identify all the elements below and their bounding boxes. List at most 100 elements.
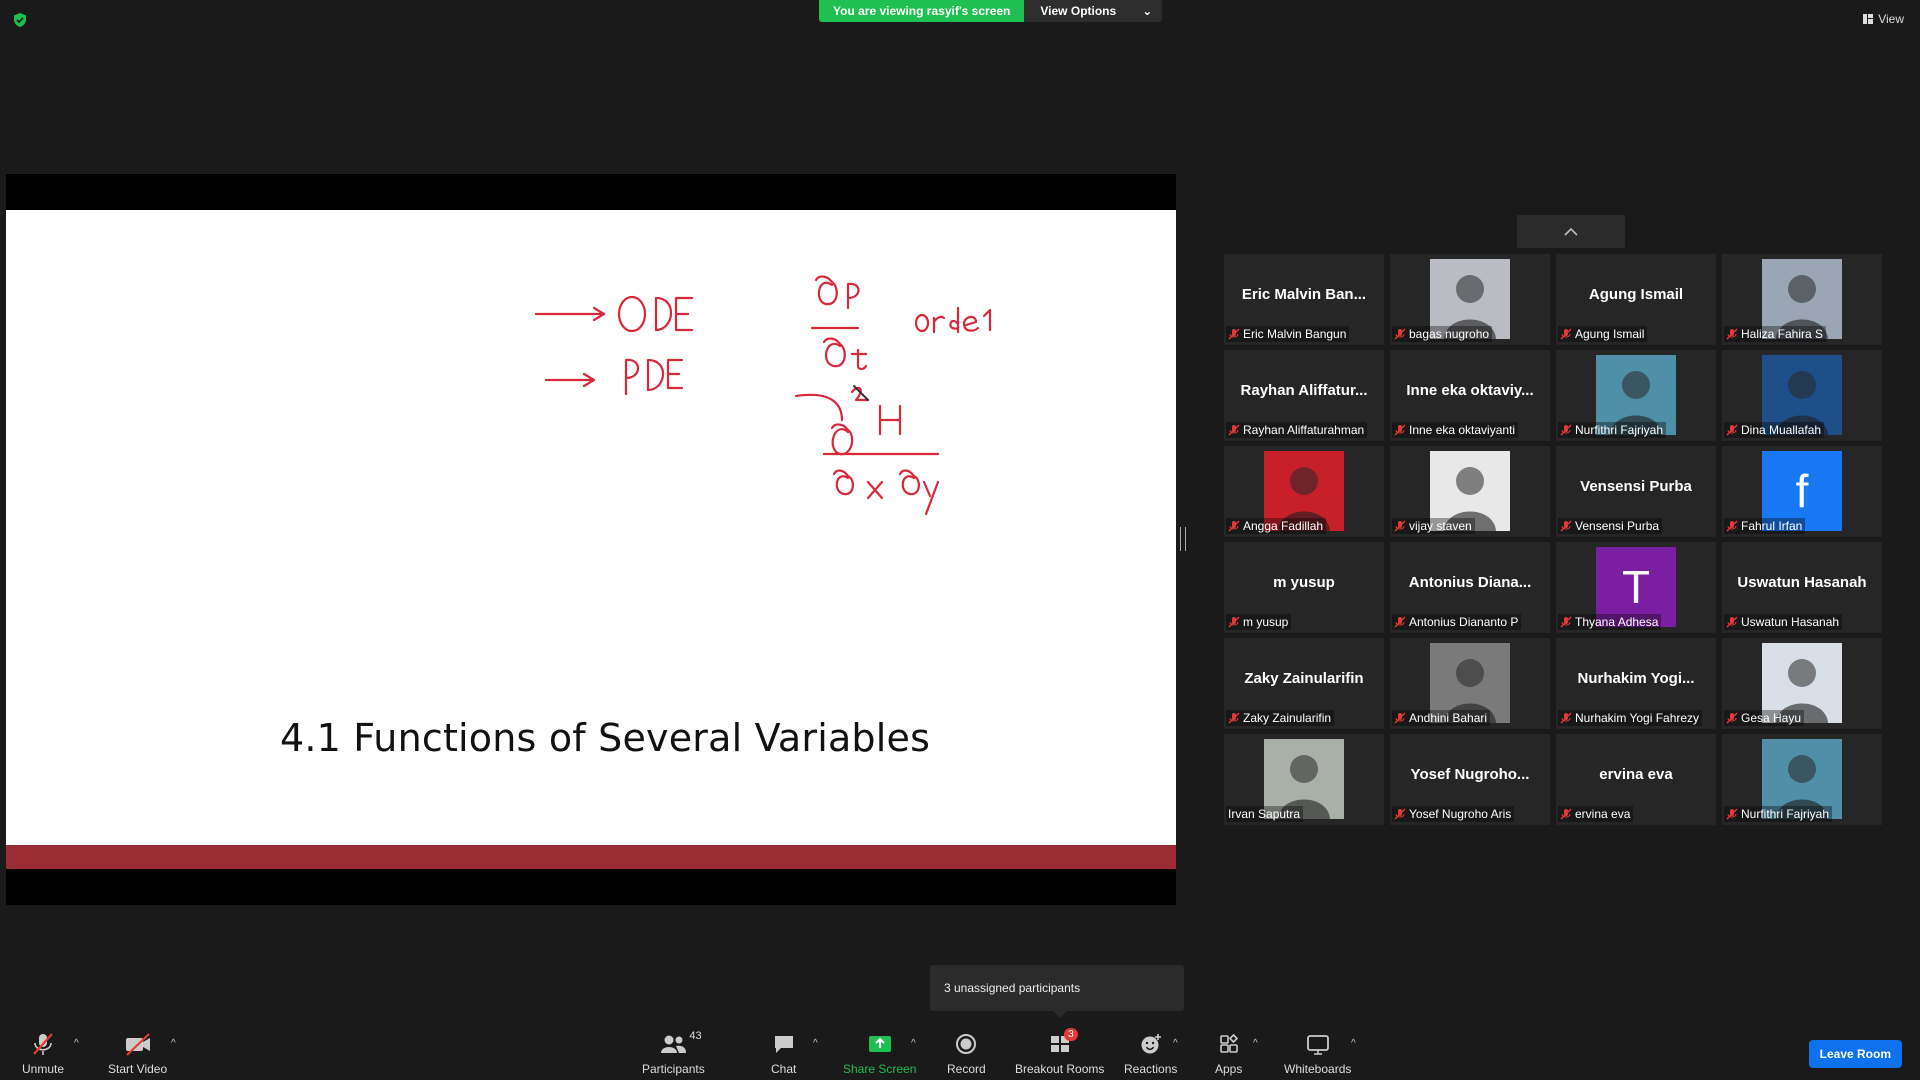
microphone-muted-icon bbox=[1560, 424, 1572, 436]
participant-tile[interactable]: Vensensi Purba Vensensi Purba bbox=[1556, 446, 1716, 537]
participant-tile[interactable]: Haliza Fahira S bbox=[1722, 254, 1882, 345]
participant-tile[interactable]: Gesa Hayu bbox=[1722, 638, 1882, 729]
participant-tile[interactable]: Antonius Diana... Antonius Diananto P bbox=[1390, 542, 1550, 633]
viewing-label: You are viewing rasyif's screen bbox=[819, 0, 1025, 22]
participant-name-tag: Nurhakim Yogi Fahrezy bbox=[1558, 710, 1703, 726]
chat-button[interactable]: Chat bbox=[771, 1032, 796, 1076]
microphone-muted-icon bbox=[1726, 328, 1738, 340]
microphone-muted-icon bbox=[1394, 712, 1406, 724]
microphone-muted-icon bbox=[1726, 424, 1738, 436]
participant-display-name: Eric Malvin Ban... bbox=[1241, 286, 1367, 303]
whiteboards-button[interactable]: Whiteboards bbox=[1284, 1032, 1351, 1076]
unmute-button[interactable]: Unmute bbox=[22, 1032, 64, 1076]
chat-options-caret[interactable]: ^ bbox=[813, 1038, 818, 1049]
apps-button[interactable]: Apps bbox=[1215, 1032, 1242, 1076]
participant-name: Nurfithri Fajriyah bbox=[1741, 807, 1830, 821]
participant-name-tag: Vensensi Purba bbox=[1558, 518, 1663, 534]
whiteboard-icon bbox=[1306, 1035, 1329, 1055]
microphone-muted-icon bbox=[1560, 328, 1572, 340]
participant-name-tag: Gesa Hayu bbox=[1724, 710, 1805, 726]
microphone-muted-icon bbox=[33, 1033, 53, 1055]
participant-tile[interactable]: Yosef Nugroho... Yosef Nugroho Aris bbox=[1390, 734, 1550, 825]
slide-canvas: 4.1 Functions of Several Variables bbox=[6, 210, 1176, 845]
record-button[interactable]: Record bbox=[947, 1032, 986, 1076]
microphone-muted-icon bbox=[1228, 712, 1240, 724]
share-screen-button[interactable]: Share Screen bbox=[843, 1032, 916, 1076]
panel-resize-handle[interactable] bbox=[1180, 527, 1186, 551]
microphone-muted-icon bbox=[1726, 712, 1738, 724]
participant-name-tag: Angga Fadillah bbox=[1226, 518, 1327, 534]
participant-name: Rayhan Aliffaturahman bbox=[1243, 423, 1365, 437]
participant-tile[interactable]: m yusup m yusup bbox=[1224, 542, 1384, 633]
participant-name-tag: Nurfithri Fajriyah bbox=[1558, 422, 1667, 438]
participant-name: Nurfithri Fajriyah bbox=[1575, 423, 1664, 437]
microphone-muted-icon bbox=[1560, 520, 1572, 532]
shared-screen[interactable]: 4.1 Functions of Several Variables bbox=[6, 174, 1176, 905]
participant-tile[interactable]: Inne eka oktaviy... Inne eka oktaviyanti bbox=[1390, 350, 1550, 441]
participant-tile[interactable]: Nurfithri Fajriyah bbox=[1722, 734, 1882, 825]
unmute-label: Unmute bbox=[22, 1062, 65, 1076]
apps-options-caret[interactable]: ^ bbox=[1253, 1038, 1258, 1049]
reactions-label: Reactions bbox=[1124, 1062, 1178, 1076]
participant-display-name: ervina eva bbox=[1599, 766, 1673, 783]
view-options-button[interactable]: View Options ⌄ bbox=[1024, 0, 1163, 22]
participant-tile[interactable]: Dina Muallafah bbox=[1722, 350, 1882, 441]
view-button[interactable]: View bbox=[1863, 12, 1904, 26]
microphone-muted-icon bbox=[1726, 616, 1738, 628]
participant-tile[interactable]: Uswatun Hasanah Uswatun Hasanah bbox=[1722, 542, 1882, 633]
microphone-muted-icon bbox=[1394, 520, 1406, 532]
participant-tile[interactable]: ervina eva ervina eva bbox=[1556, 734, 1716, 825]
participant-name: Agung Ismail bbox=[1575, 327, 1645, 341]
participant-name-tag: Eric Malvin Bangun bbox=[1226, 326, 1350, 342]
record-icon bbox=[956, 1034, 977, 1054]
participant-tile[interactable]: Zaky Zainularifin Zaky Zainularifin bbox=[1224, 638, 1384, 729]
reactions-button[interactable]: Reactions bbox=[1124, 1032, 1177, 1076]
participant-name: Inne eka oktaviyanti bbox=[1409, 423, 1516, 437]
participant-tile[interactable]: Agung Ismail Agung Ismail bbox=[1556, 254, 1716, 345]
participant-tile[interactable]: vijay staven bbox=[1390, 446, 1550, 537]
participant-name-tag: Rayhan Aliffaturahman bbox=[1226, 422, 1368, 438]
apps-label: Apps bbox=[1215, 1062, 1243, 1076]
participant-tile[interactable]: Nurfithri Fajriyah bbox=[1556, 350, 1716, 441]
microphone-muted-icon bbox=[1394, 616, 1406, 628]
security-shield-icon[interactable] bbox=[12, 12, 28, 28]
whiteboards-label: Whiteboards bbox=[1284, 1062, 1352, 1076]
audio-options-caret[interactable]: ^ bbox=[74, 1038, 79, 1049]
participant-display-name: m yusup bbox=[1273, 574, 1335, 591]
participant-tile[interactable]: Angga Fadillah bbox=[1224, 446, 1384, 537]
participant-tile[interactable]: Andhini Bahari bbox=[1390, 638, 1550, 729]
leave-room-button[interactable]: Leave Room bbox=[1808, 1040, 1902, 1068]
participant-tile[interactable]: Nurhakim Yogi... Nurhakim Yogi Fahrezy bbox=[1556, 638, 1716, 729]
participant-name-tag: Andhini Bahari bbox=[1392, 710, 1491, 726]
collapse-gallery-button[interactable] bbox=[1517, 215, 1625, 248]
start-video-button[interactable]: Start Video bbox=[108, 1032, 167, 1076]
tooltip-text: 3 unassigned participants bbox=[944, 981, 1081, 995]
participant-tile[interactable]: Rayhan Aliffatur... Rayhan Aliffaturahman bbox=[1224, 350, 1384, 441]
participant-tile[interactable]: bagas nugroho bbox=[1390, 254, 1550, 345]
share-options-caret[interactable]: ^ bbox=[911, 1038, 916, 1049]
participants-button[interactable]: 43 Participants bbox=[642, 1030, 705, 1076]
participant-name-tag: Antonius Diananto P bbox=[1392, 614, 1522, 630]
video-off-icon bbox=[125, 1033, 150, 1056]
breakout-rooms-button[interactable]: 3 Breakout Rooms bbox=[1015, 1028, 1104, 1076]
whiteboards-options-caret[interactable]: ^ bbox=[1351, 1038, 1356, 1049]
participant-tile[interactable]: f Fahrul Irfan bbox=[1722, 446, 1882, 537]
participant-display-name: Zaky Zainularifin bbox=[1244, 670, 1364, 687]
participant-name-tag: bagas nugroho bbox=[1392, 326, 1493, 342]
reactions-options-caret[interactable]: ^ bbox=[1173, 1038, 1178, 1049]
participant-tile[interactable]: T Thyana Adhesa bbox=[1556, 542, 1716, 633]
video-options-caret[interactable]: ^ bbox=[171, 1038, 176, 1049]
participant-tile[interactable]: Eric Malvin Ban... Eric Malvin Bangun bbox=[1224, 254, 1384, 345]
participant-name: Vensensi Purba bbox=[1575, 519, 1660, 533]
apps-icon bbox=[1219, 1033, 1238, 1053]
participant-name: vijay staven bbox=[1409, 519, 1472, 533]
screen-share-banner: You are viewing rasyif's screen View Opt… bbox=[819, 0, 1163, 22]
participant-name-tag: Haliza Fahira S bbox=[1724, 326, 1827, 342]
reactions-icon bbox=[1141, 1034, 1161, 1054]
participant-display-name: Vensensi Purba bbox=[1580, 478, 1692, 495]
microphone-muted-icon bbox=[1228, 328, 1240, 340]
participant-name: Uswatun Hasanah bbox=[1741, 615, 1840, 629]
microphone-muted-icon bbox=[1394, 328, 1406, 340]
participant-name: Antonius Diananto P bbox=[1409, 615, 1519, 629]
participant-tile[interactable]: Irvan Saputra bbox=[1224, 734, 1384, 825]
